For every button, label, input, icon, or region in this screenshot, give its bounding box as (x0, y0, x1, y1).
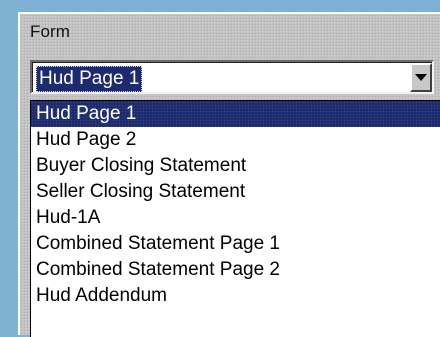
list-item-seller-closing-statement[interactable]: Seller Closing Statement (31, 179, 440, 205)
list-item-hud-page-1[interactable]: Hud Page 1 (31, 101, 440, 127)
list-item-buyer-closing-statement[interactable]: Buyer Closing Statement (31, 153, 440, 179)
form-dropdown-list[interactable]: Hud Page 1 Hud Page 2 Buyer Closing Stat… (30, 100, 440, 337)
list-item-combined-statement-page-1[interactable]: Combined Statement Page 1 (31, 231, 440, 257)
list-item-hud-page-2[interactable]: Hud Page 2 (31, 127, 440, 153)
chevron-down-icon (415, 74, 427, 81)
form-select-value[interactable]: Hud Page 1 (36, 66, 143, 92)
form-select-field[interactable]: Hud Page 1 (32, 62, 432, 92)
dropdown-button[interactable] (410, 63, 432, 92)
list-item-hud-addendum[interactable]: Hud Addendum (31, 283, 440, 309)
window-background: Form Hud Page 1 Hud Page 1 Hud Page 2 Bu… (0, 0, 440, 337)
form-label: Form (30, 22, 71, 41)
list-item-combined-statement-page-2[interactable]: Combined Statement Page 2 (31, 257, 440, 283)
form-panel: Form Hud Page 1 Hud Page 1 Hud Page 2 Bu… (18, 12, 440, 337)
list-item-hud-1a[interactable]: Hud-1A (31, 205, 440, 231)
form-select[interactable]: Hud Page 1 (30, 60, 434, 94)
